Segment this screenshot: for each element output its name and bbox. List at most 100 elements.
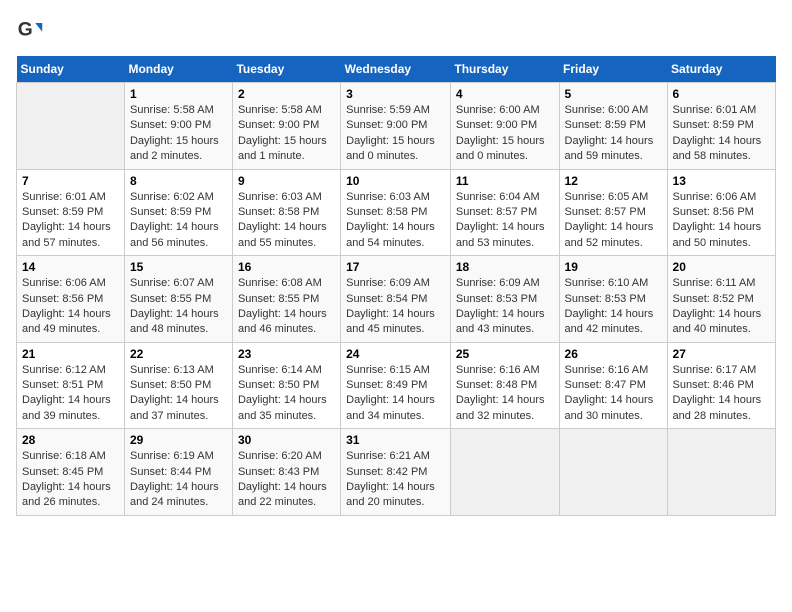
daylight-label: Daylight: 14 hours and 32 minutes. bbox=[456, 394, 545, 421]
sunrise-label: Sunrise: 6:01 AM bbox=[673, 104, 757, 116]
calendar-cell: 26 Sunrise: 6:16 AM Sunset: 8:47 PM Dayl… bbox=[559, 342, 667, 429]
sunrise-label: Sunrise: 6:12 AM bbox=[22, 364, 106, 376]
calendar-cell bbox=[17, 83, 125, 170]
day-number: 28 bbox=[22, 433, 119, 447]
calendar-cell: 6 Sunrise: 6:01 AM Sunset: 8:59 PM Dayli… bbox=[667, 83, 775, 170]
sunset-label: Sunset: 8:52 PM bbox=[673, 293, 754, 305]
daylight-label: Daylight: 14 hours and 52 minutes. bbox=[565, 221, 654, 248]
week-row-5: 28 Sunrise: 6:18 AM Sunset: 8:45 PM Dayl… bbox=[17, 429, 776, 516]
daylight-label: Daylight: 14 hours and 40 minutes. bbox=[673, 308, 762, 335]
day-header-wednesday: Wednesday bbox=[341, 56, 451, 83]
day-number: 26 bbox=[565, 347, 662, 361]
calendar-cell: 28 Sunrise: 6:18 AM Sunset: 8:45 PM Dayl… bbox=[17, 429, 125, 516]
day-number: 2 bbox=[238, 87, 335, 101]
daylight-label: Daylight: 14 hours and 58 minutes. bbox=[673, 135, 762, 162]
day-info: Sunrise: 6:12 AM Sunset: 8:51 PM Dayligh… bbox=[22, 363, 119, 425]
daylight-label: Daylight: 14 hours and 37 minutes. bbox=[130, 394, 219, 421]
sunset-label: Sunset: 8:46 PM bbox=[673, 379, 754, 391]
sunset-label: Sunset: 9:00 PM bbox=[346, 119, 427, 131]
day-info: Sunrise: 6:01 AM Sunset: 8:59 PM Dayligh… bbox=[22, 190, 119, 252]
day-header-monday: Monday bbox=[124, 56, 232, 83]
daylight-label: Daylight: 14 hours and 55 minutes. bbox=[238, 221, 327, 248]
daylight-label: Daylight: 14 hours and 48 minutes. bbox=[130, 308, 219, 335]
day-number: 9 bbox=[238, 174, 335, 188]
sunrise-label: Sunrise: 6:01 AM bbox=[22, 191, 106, 203]
sunset-label: Sunset: 8:54 PM bbox=[346, 293, 427, 305]
sunrise-label: Sunrise: 6:08 AM bbox=[238, 277, 322, 289]
calendar-cell: 23 Sunrise: 6:14 AM Sunset: 8:50 PM Dayl… bbox=[232, 342, 340, 429]
calendar-cell: 21 Sunrise: 6:12 AM Sunset: 8:51 PM Dayl… bbox=[17, 342, 125, 429]
sunset-label: Sunset: 8:59 PM bbox=[565, 119, 646, 131]
day-info: Sunrise: 6:19 AM Sunset: 8:44 PM Dayligh… bbox=[130, 449, 227, 511]
calendar-cell: 31 Sunrise: 6:21 AM Sunset: 8:42 PM Dayl… bbox=[341, 429, 451, 516]
sunrise-label: Sunrise: 6:11 AM bbox=[673, 277, 756, 289]
daylight-label: Daylight: 14 hours and 26 minutes. bbox=[22, 481, 111, 508]
day-number: 31 bbox=[346, 433, 445, 447]
day-number: 21 bbox=[22, 347, 119, 361]
calendar-cell bbox=[559, 429, 667, 516]
daylight-label: Daylight: 14 hours and 28 minutes. bbox=[673, 394, 762, 421]
calendar-cell: 29 Sunrise: 6:19 AM Sunset: 8:44 PM Dayl… bbox=[124, 429, 232, 516]
calendar-cell: 20 Sunrise: 6:11 AM Sunset: 8:52 PM Dayl… bbox=[667, 256, 775, 343]
daylight-label: Daylight: 14 hours and 42 minutes. bbox=[565, 308, 654, 335]
sunrise-label: Sunrise: 6:15 AM bbox=[346, 364, 430, 376]
sunrise-label: Sunrise: 6:10 AM bbox=[565, 277, 649, 289]
sunset-label: Sunset: 8:45 PM bbox=[22, 466, 103, 478]
daylight-label: Daylight: 14 hours and 49 minutes. bbox=[22, 308, 111, 335]
day-number: 1 bbox=[130, 87, 227, 101]
day-number: 17 bbox=[346, 260, 445, 274]
sunset-label: Sunset: 8:49 PM bbox=[346, 379, 427, 391]
week-row-3: 14 Sunrise: 6:06 AM Sunset: 8:56 PM Dayl… bbox=[17, 256, 776, 343]
week-row-2: 7 Sunrise: 6:01 AM Sunset: 8:59 PM Dayli… bbox=[17, 169, 776, 256]
day-info: Sunrise: 6:05 AM Sunset: 8:57 PM Dayligh… bbox=[565, 190, 662, 252]
day-info: Sunrise: 5:58 AM Sunset: 9:00 PM Dayligh… bbox=[238, 103, 335, 165]
page-header: G bbox=[16, 16, 776, 44]
sunrise-label: Sunrise: 6:19 AM bbox=[130, 450, 214, 462]
day-info: Sunrise: 6:16 AM Sunset: 8:47 PM Dayligh… bbox=[565, 363, 662, 425]
day-number: 27 bbox=[673, 347, 770, 361]
sunset-label: Sunset: 8:51 PM bbox=[22, 379, 103, 391]
day-number: 8 bbox=[130, 174, 227, 188]
daylight-label: Daylight: 14 hours and 57 minutes. bbox=[22, 221, 111, 248]
calendar-cell: 17 Sunrise: 6:09 AM Sunset: 8:54 PM Dayl… bbox=[341, 256, 451, 343]
calendar-cell: 1 Sunrise: 5:58 AM Sunset: 9:00 PM Dayli… bbox=[124, 83, 232, 170]
day-header-sunday: Sunday bbox=[17, 56, 125, 83]
sunset-label: Sunset: 8:42 PM bbox=[346, 466, 427, 478]
sunrise-label: Sunrise: 6:02 AM bbox=[130, 191, 214, 203]
sunrise-label: Sunrise: 6:00 AM bbox=[456, 104, 540, 116]
daylight-label: Daylight: 15 hours and 1 minute. bbox=[238, 135, 327, 162]
sunset-label: Sunset: 8:58 PM bbox=[238, 206, 319, 218]
sunset-label: Sunset: 8:53 PM bbox=[456, 293, 537, 305]
daylight-label: Daylight: 14 hours and 53 minutes. bbox=[456, 221, 545, 248]
calendar-cell: 9 Sunrise: 6:03 AM Sunset: 8:58 PM Dayli… bbox=[232, 169, 340, 256]
day-info: Sunrise: 6:08 AM Sunset: 8:55 PM Dayligh… bbox=[238, 276, 335, 338]
day-info: Sunrise: 6:06 AM Sunset: 8:56 PM Dayligh… bbox=[22, 276, 119, 338]
day-header-thursday: Thursday bbox=[450, 56, 559, 83]
calendar-cell: 2 Sunrise: 5:58 AM Sunset: 9:00 PM Dayli… bbox=[232, 83, 340, 170]
sunrise-label: Sunrise: 6:09 AM bbox=[456, 277, 540, 289]
sunrise-label: Sunrise: 5:58 AM bbox=[238, 104, 322, 116]
sunrise-label: Sunrise: 6:00 AM bbox=[565, 104, 649, 116]
day-number: 12 bbox=[565, 174, 662, 188]
calendar-cell: 19 Sunrise: 6:10 AM Sunset: 8:53 PM Dayl… bbox=[559, 256, 667, 343]
day-info: Sunrise: 5:59 AM Sunset: 9:00 PM Dayligh… bbox=[346, 103, 445, 165]
daylight-label: Daylight: 14 hours and 43 minutes. bbox=[456, 308, 545, 335]
daylight-label: Daylight: 14 hours and 56 minutes. bbox=[130, 221, 219, 248]
sunset-label: Sunset: 8:48 PM bbox=[456, 379, 537, 391]
calendar-cell: 18 Sunrise: 6:09 AM Sunset: 8:53 PM Dayl… bbox=[450, 256, 559, 343]
sunset-label: Sunset: 8:53 PM bbox=[565, 293, 646, 305]
day-number: 4 bbox=[456, 87, 554, 101]
calendar-cell: 12 Sunrise: 6:05 AM Sunset: 8:57 PM Dayl… bbox=[559, 169, 667, 256]
day-info: Sunrise: 6:17 AM Sunset: 8:46 PM Dayligh… bbox=[673, 363, 770, 425]
daylight-label: Daylight: 14 hours and 50 minutes. bbox=[673, 221, 762, 248]
calendar-cell: 27 Sunrise: 6:17 AM Sunset: 8:46 PM Dayl… bbox=[667, 342, 775, 429]
week-row-1: 1 Sunrise: 5:58 AM Sunset: 9:00 PM Dayli… bbox=[17, 83, 776, 170]
sunrise-label: Sunrise: 6:21 AM bbox=[346, 450, 430, 462]
calendar-cell: 15 Sunrise: 6:07 AM Sunset: 8:55 PM Dayl… bbox=[124, 256, 232, 343]
daylight-label: Daylight: 14 hours and 54 minutes. bbox=[346, 221, 435, 248]
calendar-cell: 10 Sunrise: 6:03 AM Sunset: 8:58 PM Dayl… bbox=[341, 169, 451, 256]
day-info: Sunrise: 6:09 AM Sunset: 8:53 PM Dayligh… bbox=[456, 276, 554, 338]
daylight-label: Daylight: 14 hours and 20 minutes. bbox=[346, 481, 435, 508]
daylight-label: Daylight: 15 hours and 2 minutes. bbox=[130, 135, 219, 162]
calendar-cell: 3 Sunrise: 5:59 AM Sunset: 9:00 PM Dayli… bbox=[341, 83, 451, 170]
